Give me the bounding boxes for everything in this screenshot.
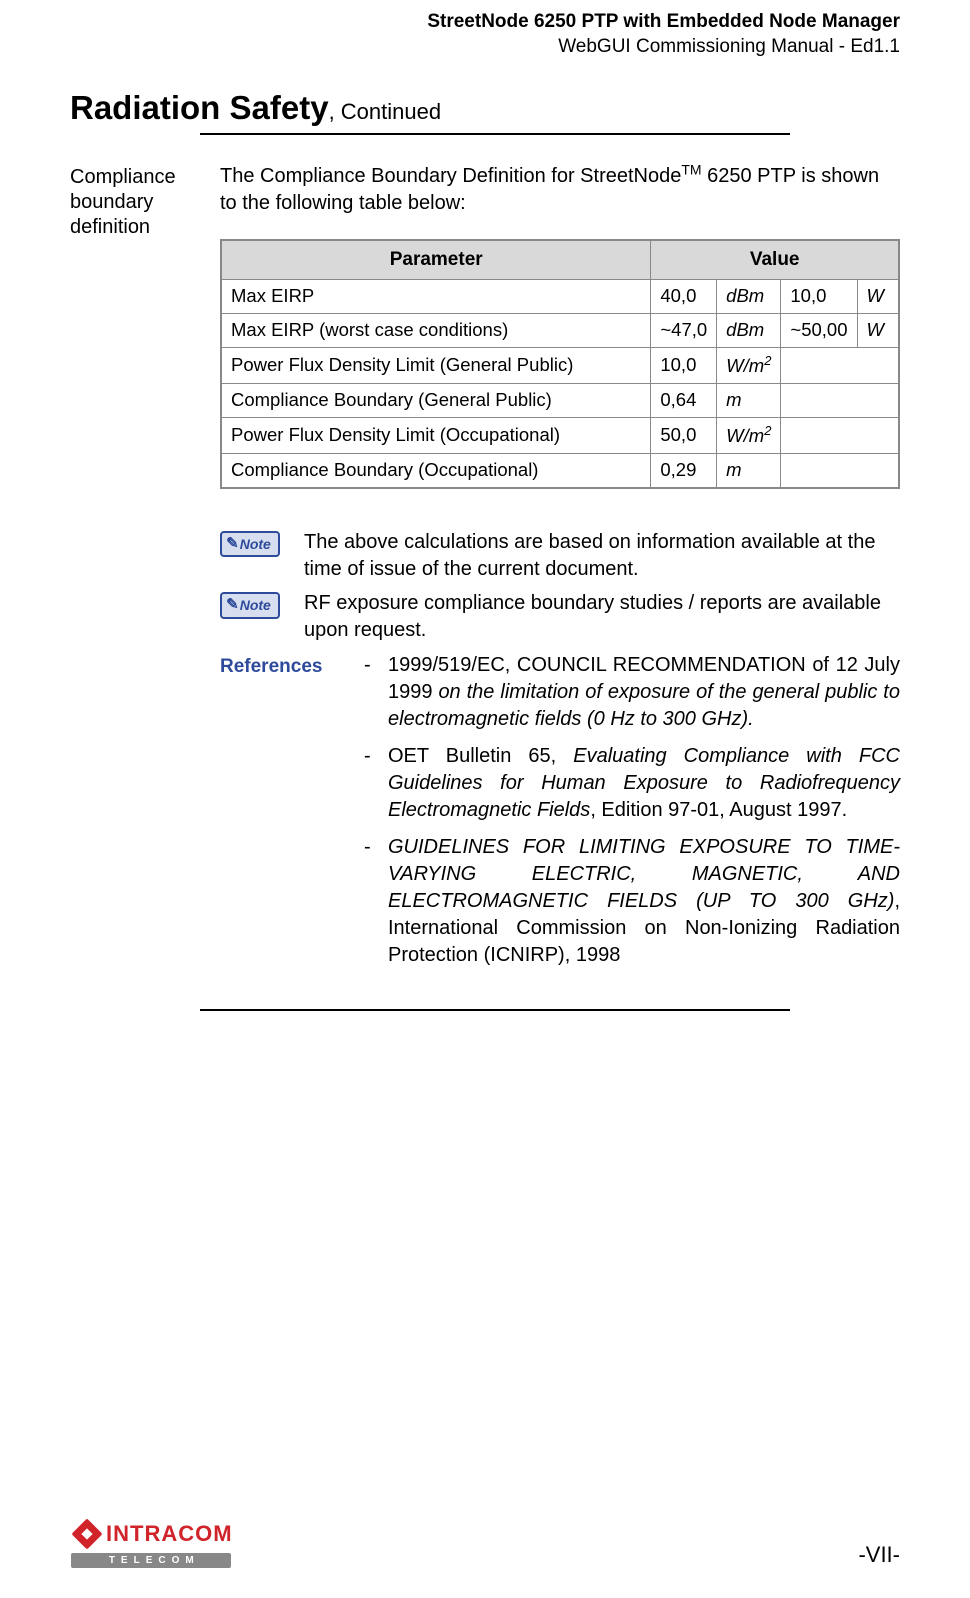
intro-paragraph: The Compliance Boundary Definition for S… [220, 163, 900, 217]
ref-italic: on the limitation of exposure of the gen… [388, 681, 900, 730]
references-list: 1999/519/EC, COUNCIL RECOMMENDATION of 1… [364, 652, 900, 979]
table-row: Power Flux Density Limit (Occupational) … [221, 418, 899, 454]
cell-param: Max EIRP (worst case conditions) [221, 313, 651, 347]
cell-param: Power Flux Density Limit (General Public… [221, 347, 651, 383]
cell-u2: W [857, 280, 899, 314]
header-title: StreetNode 6250 PTP with Embedded Node M… [70, 10, 900, 35]
th-parameter: Parameter [221, 240, 651, 279]
table-row: Power Flux Density Limit (General Public… [221, 347, 899, 383]
reference-item: 1999/519/EC, COUNCIL RECOMMENDATION of 1… [364, 652, 900, 733]
cell-v1: 0,29 [651, 454, 717, 488]
note-text: RF exposure compliance boundary studies … [304, 590, 900, 643]
cell-u1: dBm [717, 313, 781, 347]
th-value: Value [651, 240, 899, 279]
divider [200, 1009, 790, 1011]
cell-empty [781, 384, 899, 418]
logo-top: INTRACOM [70, 1517, 233, 1551]
page-footer: INTRACOM TELECOM -VII- [70, 1517, 900, 1568]
logo-text: INTRACOM [106, 1521, 233, 1547]
note-text: The above calculations are based on info… [304, 529, 900, 582]
note-badge-icon: ✎Note [220, 592, 280, 618]
header-subtitle: WebGUI Commissioning Manual - Ed1.1 [70, 35, 900, 60]
note-label: Note [240, 596, 271, 615]
cell-empty [781, 454, 899, 488]
cell-param: Compliance Boundary (General Public) [221, 384, 651, 418]
cell-empty [781, 418, 899, 454]
table-row: Max EIRP 40,0 dBm 10,0 W [221, 280, 899, 314]
cell-v1: 50,0 [651, 418, 717, 454]
ref-plain: OET Bulletin 65, [388, 745, 573, 767]
reference-item: OET Bulletin 65, Evaluating Compliance w… [364, 743, 900, 824]
note-row: ✎Note RF exposure compliance boundary st… [220, 590, 900, 643]
cell-v1: 10,0 [651, 347, 717, 383]
table-row: Max EIRP (worst case conditions) ~47,0 d… [221, 313, 899, 347]
notes-block: ✎Note The above calculations are based o… [220, 529, 900, 978]
cell-param: Max EIRP [221, 280, 651, 314]
page-number: -VII- [858, 1542, 900, 1568]
table-row: Compliance Boundary (General Public) 0,6… [221, 384, 899, 418]
note-row: ✎Note The above calculations are based o… [220, 529, 900, 582]
references-row: References 1999/519/EC, COUNCIL RECOMMEN… [220, 652, 900, 979]
cell-u1: dBm [717, 280, 781, 314]
document-page: StreetNode 6250 PTP with Embedded Node M… [0, 0, 970, 1598]
section-heading: Radiation Safety, Continued [70, 89, 900, 127]
trademark: TM [681, 162, 701, 178]
intro-pre: The Compliance Boundary Definition for S… [220, 165, 681, 187]
note-badge-icon: ✎Note [220, 531, 280, 557]
logo-diamond-icon [70, 1517, 104, 1551]
reference-item: GUIDELINES FOR LIMITING EXPOSURE TO TIME… [364, 834, 900, 969]
page-header: StreetNode 6250 PTP with Embedded Node M… [70, 10, 900, 59]
cell-v1: 40,0 [651, 280, 717, 314]
ref-italic: GUIDELINES FOR LIMITING EXPOSURE TO TIME… [388, 836, 900, 912]
cell-u1: W/m2W/m2 [717, 347, 781, 383]
cell-v1: ~47,0 [651, 313, 717, 347]
company-logo: INTRACOM TELECOM [70, 1517, 233, 1568]
section-suffix: , Continued [329, 99, 442, 124]
cell-u1: m [717, 454, 781, 488]
logo-subtext: TELECOM [71, 1553, 231, 1568]
main-column: The Compliance Boundary Definition for S… [220, 163, 900, 978]
pencil-icon: ✎ [226, 534, 239, 554]
cell-u1: W/m2W/m2 [717, 418, 781, 454]
ref-plain: , Edition 97-01, August 1997. [590, 799, 847, 821]
cell-param: Compliance Boundary (Occupational) [221, 454, 651, 488]
parameters-table: Parameter Value Max EIRP 40,0 dBm 10,0 W… [220, 239, 900, 489]
cell-u2: W [857, 313, 899, 347]
cell-u1: m [717, 384, 781, 418]
content-row: Compliance boundary definition The Compl… [70, 163, 900, 978]
cell-empty [781, 347, 899, 383]
references-label: References [220, 652, 340, 680]
section-title: Radiation Safety [70, 89, 329, 126]
cell-v2: 10,0 [781, 280, 857, 314]
cell-v2: ~50,00 [781, 313, 857, 347]
table-row: Compliance Boundary (Occupational) 0,29 … [221, 454, 899, 488]
pencil-icon: ✎ [226, 595, 239, 615]
cell-v1: 0,64 [651, 384, 717, 418]
note-label: Note [240, 535, 271, 554]
cell-param: Power Flux Density Limit (Occupational) [221, 418, 651, 454]
side-label: Compliance boundary definition [70, 163, 220, 240]
divider [200, 133, 790, 135]
